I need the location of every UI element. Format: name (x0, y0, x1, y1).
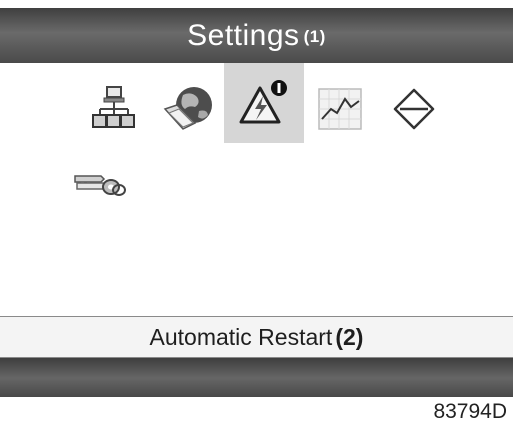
keys-icon (74, 175, 126, 196)
title-bar: Settings (1) (0, 8, 513, 63)
menu-item-keys[interactable] (60, 143, 140, 223)
menu-item-globe-folder[interactable] (150, 69, 230, 149)
network-icon (92, 86, 135, 128)
menu-item-chart[interactable] (300, 69, 380, 149)
reference-code: 83794D (433, 400, 507, 423)
status-callout: (2) (335, 324, 364, 350)
settings-icon-grid (0, 63, 513, 315)
automatic-restart-icon (239, 80, 287, 124)
bottom-bar (0, 358, 513, 397)
menu-item-automatic-restart[interactable] (224, 63, 304, 143)
controller-screen: Settings (1) Automatic Restart (2) (0, 0, 513, 397)
menu-item-diamond[interactable] (374, 69, 454, 149)
title-callout: (1) (303, 27, 326, 46)
chart-icon (318, 88, 362, 130)
menu-item-network[interactable] (74, 69, 154, 149)
page-title: Settings (187, 19, 300, 52)
selected-item-label: Automatic Restart (149, 324, 333, 350)
diamond-icon (393, 88, 435, 130)
globe-folder-icon (163, 87, 212, 130)
status-bar: Automatic Restart (2) (0, 316, 513, 358)
